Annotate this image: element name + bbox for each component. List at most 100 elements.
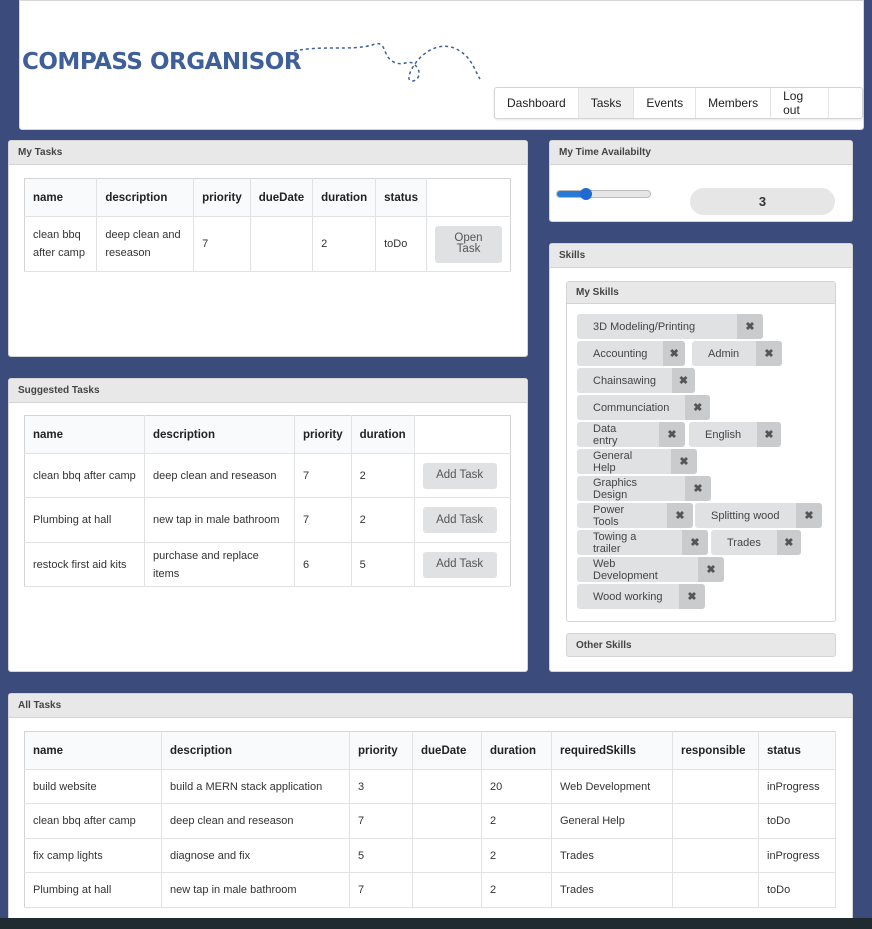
cell-requiredskills: Trades [551, 838, 673, 873]
skill-label: Trades [727, 536, 761, 549]
skill-chip: Graphics Design ✖ [577, 476, 711, 501]
nav-members[interactable]: Members [696, 88, 772, 118]
cell-description: deep clean and reseason [96, 216, 195, 272]
cell-description: new tap in male bathroom [144, 497, 295, 543]
cell-status: toDo [375, 216, 427, 272]
skill-chip: 3D Modeling/Printing ✖ [577, 314, 763, 339]
cell-description: deep clean and reseason [144, 453, 295, 498]
remove-skill-icon[interactable]: ✖ [737, 314, 763, 339]
other-skills-title[interactable]: Other Skills [566, 633, 836, 657]
remove-skill-icon[interactable]: ✖ [757, 422, 781, 447]
decorative-doodle [293, 42, 481, 82]
col-duration: duration [312, 178, 377, 217]
nav-logout[interactable]: Log out [771, 88, 829, 118]
col-name: name [24, 731, 162, 770]
remove-skill-icon[interactable]: ✖ [663, 341, 685, 366]
add-task-button[interactable]: Add Task [422, 551, 497, 578]
cell-priority: 7 [294, 497, 352, 543]
time-slider[interactable] [556, 188, 651, 200]
table-row: clean bbq after camp deep clean and rese… [24, 803, 836, 839]
remove-skill-icon[interactable]: ✖ [776, 530, 801, 555]
skill-chip: Towing a trailer ✖ [577, 530, 708, 555]
col-action [414, 415, 511, 454]
skill-chip: Chainsawing ✖ [577, 368, 695, 393]
cell-name: restock first aid kits [24, 542, 145, 587]
table-row: restock first aid kits purchase and repl… [24, 542, 511, 587]
cell-duration: 2 [481, 872, 552, 908]
cell-name: clean bbq after camp [24, 216, 98, 272]
col-duration: duration [481, 731, 552, 770]
nav-dashboard[interactable]: Dashboard [495, 88, 579, 118]
remove-skill-icon[interactable]: ✖ [698, 557, 724, 582]
app-logo[interactable]: COMPASS ORGANISOR [22, 49, 302, 75]
suggested-tasks-title: Suggested Tasks [9, 379, 527, 403]
skill-label: Communciation [593, 401, 670, 414]
remove-skill-icon[interactable]: ✖ [756, 341, 782, 366]
cell-duration: 2 [351, 497, 415, 543]
remove-skill-icon[interactable]: ✖ [682, 530, 708, 555]
remove-skill-icon[interactable]: ✖ [796, 503, 822, 528]
cell-status: inProgress [758, 838, 836, 873]
add-task-button[interactable]: Add Task [422, 462, 497, 489]
skill-chip: Power Tools ✖ [577, 503, 693, 528]
table-row: Plumbing at hall new tap in male bathroo… [24, 497, 511, 543]
my-skills-title[interactable]: My Skills [567, 282, 835, 304]
remove-skill-icon[interactable]: ✖ [671, 449, 697, 474]
skill-label: General Help [593, 449, 633, 474]
cell-name: Plumbing at hall [24, 872, 162, 908]
cell-duration: 2 [481, 838, 552, 873]
table-row: clean bbq after camp deep clean and rese… [24, 216, 511, 272]
time-slider-handle[interactable] [579, 188, 592, 200]
cell-name: fix camp lights [24, 838, 162, 873]
skill-label: Web Development [593, 557, 658, 582]
nav-tasks[interactable]: Tasks [578, 88, 635, 118]
cell-duedate [412, 872, 482, 908]
all-tasks-title: All Tasks [9, 694, 852, 718]
cell-priority: 7 [349, 872, 413, 908]
nav-events[interactable]: Events [634, 88, 697, 118]
cell-duration: 2 [481, 803, 552, 839]
open-task-button[interactable]: Open Task [435, 225, 502, 263]
remove-skill-icon[interactable]: ✖ [679, 584, 705, 609]
cell-description: build a MERN stack application [161, 769, 350, 804]
cell-priority: 3 [349, 769, 413, 804]
cell-status: inProgress [758, 769, 836, 804]
cell-responsible [672, 769, 759, 804]
cell-action: Open Task [426, 216, 511, 272]
cell-duedate [250, 216, 314, 272]
remove-skill-icon[interactable]: ✖ [659, 422, 685, 447]
skill-label: Accounting [593, 347, 648, 360]
my-tasks-table: name description priority dueDate durati… [24, 178, 511, 272]
remove-skill-icon[interactable]: ✖ [685, 476, 711, 501]
skills-title: Skills [550, 244, 852, 268]
cell-duedate [412, 769, 482, 804]
skill-label: Data entry [593, 422, 618, 447]
col-status: status [375, 178, 427, 217]
skill-label: Towing a trailer [593, 530, 637, 555]
skill-label: English [705, 428, 742, 441]
col-description: description [144, 415, 295, 454]
col-description: description [96, 178, 195, 217]
main-nav: Dashboard Tasks Events Members Log out [494, 87, 863, 119]
remove-skill-icon[interactable]: ✖ [667, 503, 693, 528]
cell-duedate [412, 803, 482, 839]
skill-label: Graphics Design [593, 476, 638, 501]
skill-chip: General Help ✖ [577, 449, 697, 474]
add-task-button[interactable]: Add Task [422, 507, 497, 533]
bottom-bar [0, 918, 872, 929]
cell-action: Add Task [413, 453, 511, 498]
skill-label: Wood working [593, 590, 663, 603]
cell-priority: 7 [294, 453, 352, 498]
skill-chip: Data entry ✖ [577, 422, 685, 447]
col-requiredskills: requiredSkills [551, 731, 673, 770]
col-duedate: dueDate [250, 178, 314, 217]
cell-requiredskills: General Help [551, 803, 673, 839]
cell-status: toDo [758, 803, 836, 839]
col-duration: duration [351, 415, 415, 454]
skill-chip: English ✖ [689, 422, 781, 447]
cell-duedate [412, 838, 482, 873]
col-status: status [758, 731, 836, 770]
cell-priority: 7 [193, 216, 251, 272]
remove-skill-icon[interactable]: ✖ [685, 395, 710, 420]
remove-skill-icon[interactable]: ✖ [671, 368, 695, 393]
